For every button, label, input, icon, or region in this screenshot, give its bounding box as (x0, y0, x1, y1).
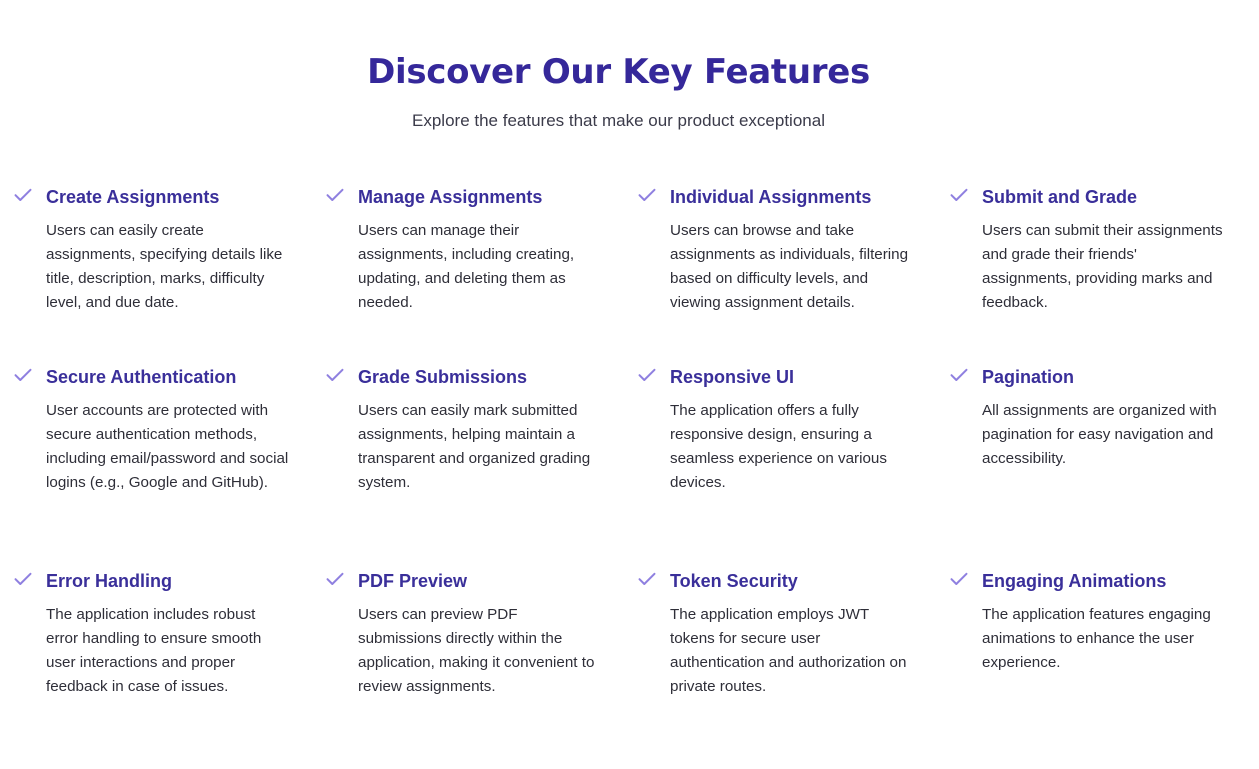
feature-description: Users can submit their assignments and g… (982, 222, 1223, 311)
feature-description: Users can browse and take assignments as… (670, 222, 909, 311)
check-icon (638, 188, 656, 202)
check-icon (638, 368, 656, 382)
check-icon (638, 572, 656, 586)
feature-description: Users can easily create assignments, spe… (46, 222, 283, 311)
feature-description: User accounts are protected with secure … (46, 402, 289, 491)
features-section: Discover Our Key Features Explore the fe… (0, 0, 1259, 769)
feature-description: Users can easily mark submitted assignme… (358, 402, 591, 491)
check-icon (14, 368, 32, 382)
feature-title: Engaging Animations (982, 571, 1167, 591)
check-icon (14, 188, 32, 202)
feature-title: Create Assignments (46, 187, 220, 207)
feature-title: Individual Assignments (670, 187, 872, 207)
feature-title: Error Handling (46, 571, 173, 591)
check-icon (950, 572, 968, 586)
feature-title: Submit and Grade (982, 187, 1138, 207)
check-icon (326, 188, 344, 202)
check-icon (326, 368, 344, 382)
check-icon (950, 368, 968, 382)
feature-description: The application employs JWT tokens for s… (670, 606, 907, 695)
check-icon (14, 572, 32, 586)
feature-title: PDF Preview (358, 571, 468, 591)
feature-description: Users can manage their assignments, incl… (358, 222, 575, 311)
features-grid: Create Assignments Users can easily crea… (0, 0, 1259, 769)
feature-title: Grade Submissions (358, 367, 528, 387)
feature-description: All assignments are organized with pagin… (982, 402, 1217, 467)
feature-title: Manage Assignments (358, 187, 543, 207)
feature-title: Secure Authentication (46, 367, 237, 387)
feature-description: Users can preview PDF submissions direct… (358, 606, 595, 695)
feature-description: The application includes robust error ha… (46, 606, 262, 695)
feature-title: Pagination (982, 367, 1075, 387)
feature-description: The application offers a fully responsiv… (670, 402, 887, 491)
feature-title: Token Security (670, 571, 798, 591)
check-icon (326, 572, 344, 586)
feature-title: Responsive UI (670, 367, 795, 387)
check-icon (950, 188, 968, 202)
feature-description: The application features engaging animat… (982, 606, 1211, 671)
